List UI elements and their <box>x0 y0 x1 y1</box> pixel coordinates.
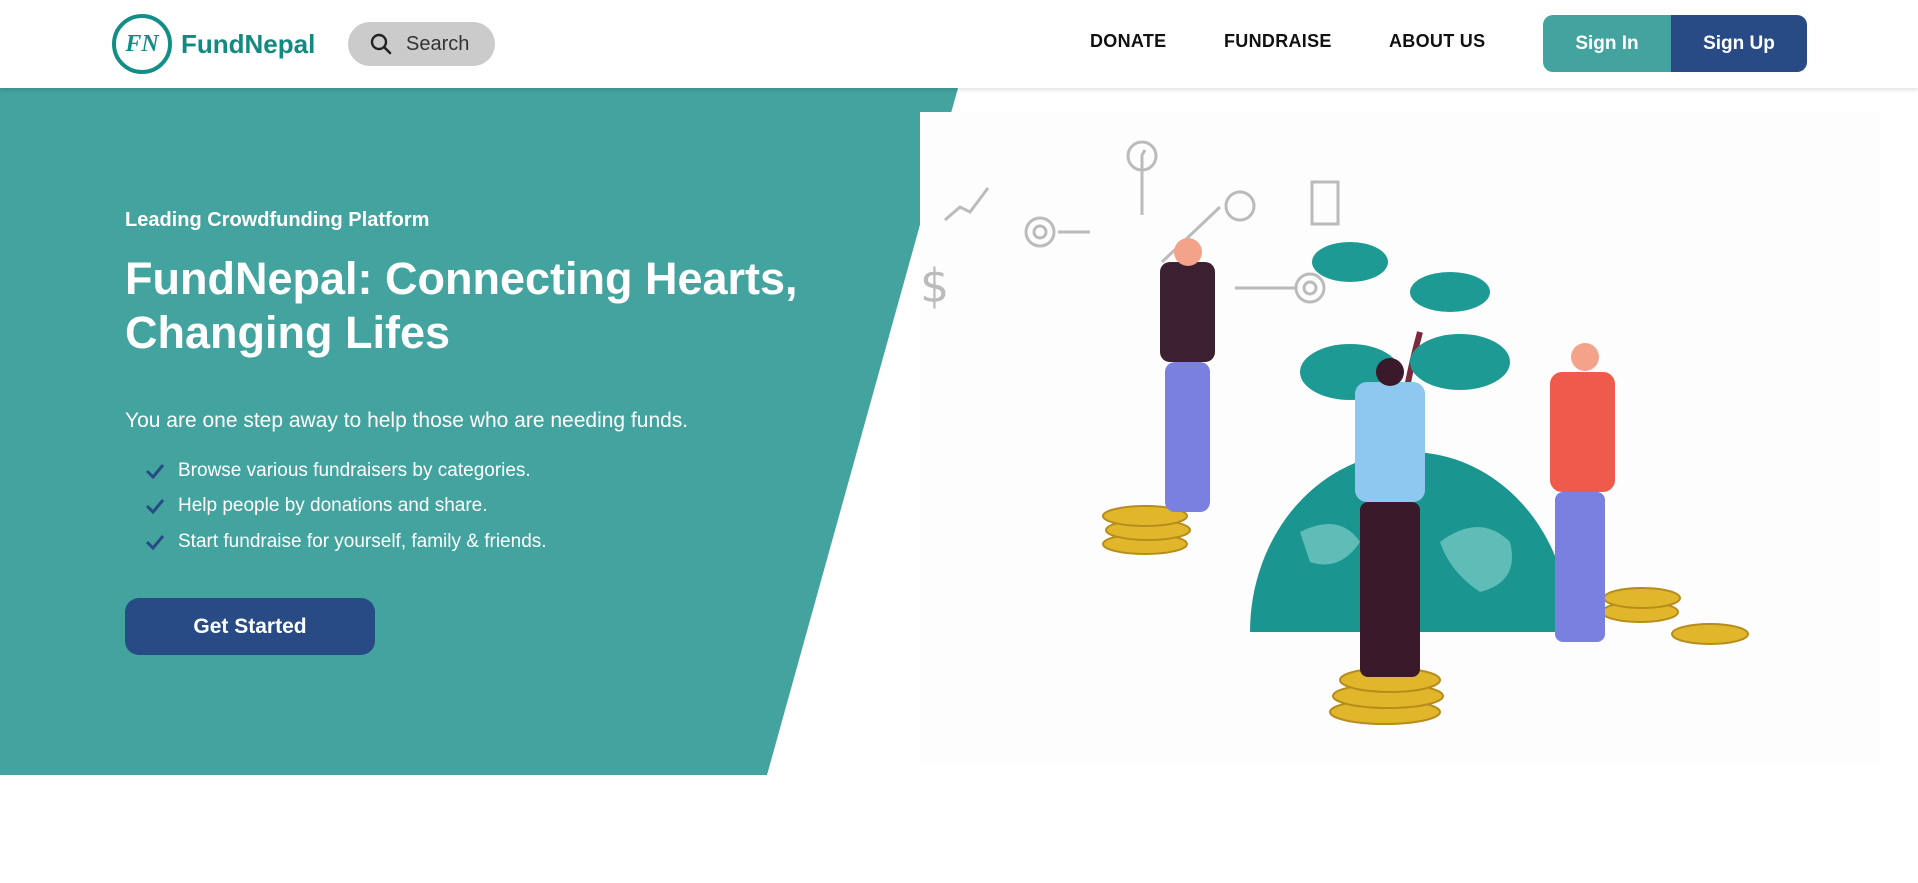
sign-in-button[interactable]: Sign In <box>1543 15 1671 72</box>
feature-text: Browse various fundraisers by categories… <box>178 459 531 481</box>
search-bar[interactable]: Search <box>348 22 495 66</box>
logo-icon: FN <box>112 14 172 74</box>
feature-item: Browse various fundraisers by categories… <box>145 453 547 489</box>
check-icon <box>145 499 165 515</box>
nav-fundraise[interactable]: FUNDRAISE <box>1224 31 1332 52</box>
search-icon <box>370 33 392 55</box>
site-header: FN FundNepal Search DONATE FUNDRAISE ABO… <box>0 0 1918 88</box>
feature-item: Help people by donations and share. <box>145 489 547 525</box>
check-icon <box>145 463 165 479</box>
svg-text:$: $ <box>920 259 949 313</box>
logo[interactable]: FN FundNepal <box>112 14 315 74</box>
hero-title: FundNepal: Connecting Hearts, Changing L… <box>125 253 798 358</box>
logo-text: FundNepal <box>181 28 316 59</box>
get-started-button[interactable]: Get Started <box>125 598 375 655</box>
auth-buttons: Sign In Sign Up <box>1543 15 1807 72</box>
feature-list: Browse various fundraisers by categories… <box>145 453 547 560</box>
feature-text: Start fundraise for yourself, family & f… <box>178 530 547 552</box>
hero-subtitle: You are one step away to help those who … <box>125 409 689 432</box>
feature-item: Start fundraise for yourself, family & f… <box>145 524 547 560</box>
nav-donate[interactable]: DONATE <box>1090 31 1166 52</box>
search-label: Search <box>406 32 470 55</box>
sign-up-button[interactable]: Sign Up <box>1671 15 1807 72</box>
feature-text: Help people by donations and share. <box>178 495 488 517</box>
check-icon <box>145 534 165 550</box>
nav-about-us[interactable]: ABOUT US <box>1389 31 1485 52</box>
hero-illustration: $ <box>920 112 1880 762</box>
hero-eyebrow: Leading Crowdfunding Platform <box>125 209 430 231</box>
